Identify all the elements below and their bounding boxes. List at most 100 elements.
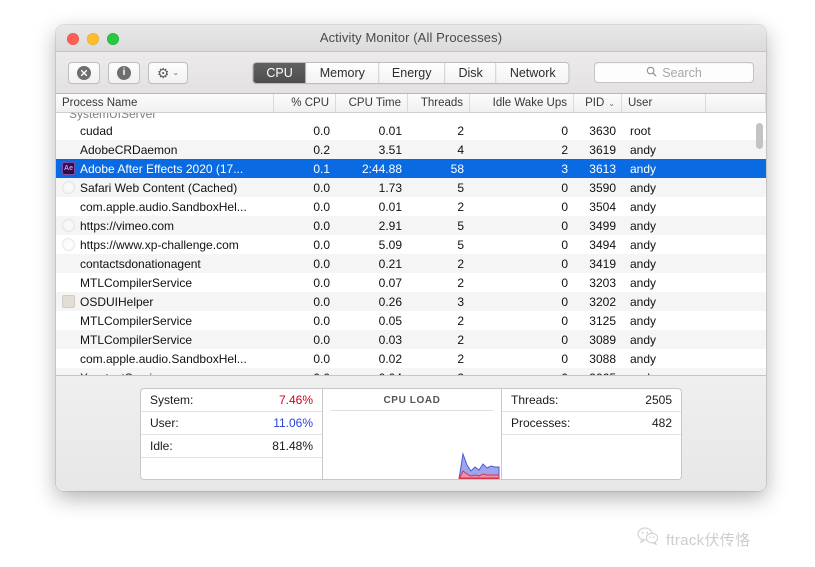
column-header-pid[interactable]: PID ⌄	[574, 94, 622, 112]
tab-disk[interactable]: Disk	[445, 62, 497, 83]
view-options-button[interactable]: ⚙ ⌄	[148, 61, 188, 84]
cell-cpu-time: 0.01	[378, 123, 402, 138]
tab-energy[interactable]: Energy	[378, 62, 446, 83]
cell-pid: 3419	[589, 256, 616, 271]
cell-cpu: 0.0	[313, 351, 330, 366]
cell-user: andy	[630, 256, 657, 271]
cell-user: andy	[630, 199, 657, 214]
cell-pid: 3089	[589, 332, 616, 347]
cell-cpu: 0.0	[313, 180, 330, 195]
column-header-cpu[interactable]: % CPU	[274, 94, 336, 112]
column-header-cpu-time[interactable]: CPU Time	[336, 94, 408, 112]
cell-user: root	[630, 123, 651, 138]
screenshot-root: Activity Monitor (All Processes) i ⚙ ⌄ C…	[0, 0, 815, 567]
cell-threads: 5	[457, 237, 464, 252]
cell-threads: 2	[457, 256, 464, 271]
view-tabs: CPU Memory Energy Disk Network	[252, 61, 570, 84]
column-header-user[interactable]: User	[622, 94, 706, 112]
process-name-text: MTLCompilerService	[80, 275, 193, 290]
cell-process-name: com.apple.audio.SandboxHel...	[56, 352, 274, 366]
table-row[interactable]: MTLCompilerService 0.0 0.05 2 0 3125 and…	[56, 311, 766, 330]
cell-threads: 5	[457, 218, 464, 233]
cell-process-name: OSDUIHelper	[56, 295, 274, 309]
table-row[interactable]: com.apple.audio.SandboxHel... 0.0 0.02 2…	[56, 349, 766, 368]
cell-cpu-time: 0.02	[378, 351, 402, 366]
table-row-partial[interactable]: SystemUIServer	[56, 113, 766, 121]
idle-label: Idle:	[150, 438, 173, 453]
system-label: System:	[150, 392, 194, 407]
cpu-usage-panel: System: 7.46% User: 11.06% Idle: 81.48%	[140, 387, 322, 480]
cell-user: andy	[630, 332, 657, 347]
process-name-text: MTLCompilerService	[80, 313, 193, 328]
tab-cpu[interactable]: CPU	[253, 62, 307, 83]
table-row[interactable]: com.apple.audio.SandboxHel... 0.0 0.01 2…	[56, 197, 766, 216]
cell-user: andy	[630, 313, 657, 328]
stat-row-user: User: 11.06%	[141, 412, 322, 435]
cell-user: andy	[630, 142, 657, 157]
toolbar: i ⚙ ⌄ CPU Memory Energy Disk Network Sea…	[56, 52, 766, 94]
table-row-selected[interactable]: Ae Adobe After Effects 2020 (17... 0.1 2…	[56, 159, 766, 178]
cell-process-name: Ae Adobe After Effects 2020 (17...	[56, 162, 274, 176]
table-header-row: Process Name % CPU CPU Time Threads Idle…	[56, 94, 766, 113]
tab-memory[interactable]: Memory	[306, 62, 379, 83]
cell-cpu-time: 2.91	[378, 218, 402, 233]
table-row[interactable]: cudad 0.0 0.01 2 0 3630 root	[56, 121, 766, 140]
table-row[interactable]: https://vimeo.com 0.0 2.91 5 0 3499 andy	[56, 216, 766, 235]
table-row[interactable]: contactsdonationagent 0.0 0.21 2 0 3419 …	[56, 254, 766, 273]
table-row[interactable]: Safari Web Content (Cached) 0.0 1.73 5 0…	[56, 178, 766, 197]
cell-user: andy	[630, 218, 657, 233]
stat-row-processes: Processes: 482	[502, 412, 681, 435]
cell-process-name: MTLCompilerService	[56, 276, 274, 290]
threads-value: 2505	[645, 392, 672, 407]
cell-user: andy	[630, 351, 657, 366]
stat-row-threads: Threads: 2505	[502, 389, 681, 412]
generic-app-icon	[62, 295, 75, 308]
cpu-load-graph-panel: CPU LOAD	[322, 387, 502, 480]
cell-idle-wake-ups: 0	[561, 237, 568, 252]
cell-cpu: 0.2	[313, 142, 330, 157]
column-header-idle-wake-ups[interactable]: Idle Wake Ups	[470, 94, 574, 112]
process-name-text: XprotectService	[80, 371, 165, 376]
cell-cpu-time: 3.51	[378, 142, 402, 157]
cell-idle-wake-ups: 0	[561, 123, 568, 138]
tab-network[interactable]: Network	[496, 62, 569, 83]
vertical-scrollbar[interactable]	[756, 117, 763, 375]
cell-process-name: MTLCompilerService	[56, 333, 274, 347]
cell-cpu-time: 2:44.88	[361, 161, 402, 176]
safari-icon	[62, 219, 75, 232]
cell-threads: 2	[457, 123, 464, 138]
cell-idle-wake-ups: 3	[561, 161, 568, 176]
table-row[interactable]: MTLCompilerService 0.0 0.03 2 0 3089 and…	[56, 330, 766, 349]
info-circle-icon: i	[117, 65, 131, 80]
cell-process-name: https://vimeo.com	[56, 219, 274, 233]
cell-idle-wake-ups: 0	[561, 351, 568, 366]
column-header-process-name[interactable]: Process Name	[56, 94, 274, 112]
process-info-button[interactable]: i	[108, 61, 140, 84]
table-row[interactable]: OSDUIHelper 0.0 0.26 3 0 3202 andy	[56, 292, 766, 311]
table-row[interactable]: XprotectService 0.0 0.04 2 0 3065 andy	[56, 368, 766, 375]
cell-idle-wake-ups: 0	[561, 256, 568, 271]
table-row[interactable]: https://www.xp-challenge.com 0.0 5.09 5 …	[56, 235, 766, 254]
cpu-load-sparkline	[458, 451, 500, 479]
cell-threads: 2	[457, 199, 464, 214]
cell-idle-wake-ups: 0	[470, 371, 574, 376]
stop-circle-icon	[77, 65, 91, 80]
table-row[interactable]: MTLCompilerService 0.0 0.07 2 0 3203 and…	[56, 273, 766, 292]
processes-label: Processes:	[511, 415, 571, 430]
search-placeholder: Search	[662, 65, 702, 80]
search-field[interactable]: Search	[594, 62, 754, 83]
cell-threads: 58	[450, 161, 464, 176]
cell-pid: 3088	[589, 351, 616, 366]
stop-process-button[interactable]	[68, 61, 100, 84]
table-row[interactable]: AdobeCRDaemon 0.2 3.51 4 2 3619 andy	[56, 140, 766, 159]
cell-cpu-time: 1.73	[378, 180, 402, 195]
cell-pid: 3630	[589, 123, 616, 138]
partial-row-process-name: SystemUIServer	[69, 113, 157, 121]
cell-cpu-time: 0.04	[336, 371, 408, 376]
cell-idle-wake-ups: 0	[561, 199, 568, 214]
safari-icon	[62, 238, 75, 251]
column-header-threads[interactable]: Threads	[408, 94, 470, 112]
process-name-text: MTLCompilerService	[80, 332, 193, 347]
scrollbar-thumb[interactable]	[756, 123, 763, 149]
user-label: User:	[150, 415, 179, 430]
